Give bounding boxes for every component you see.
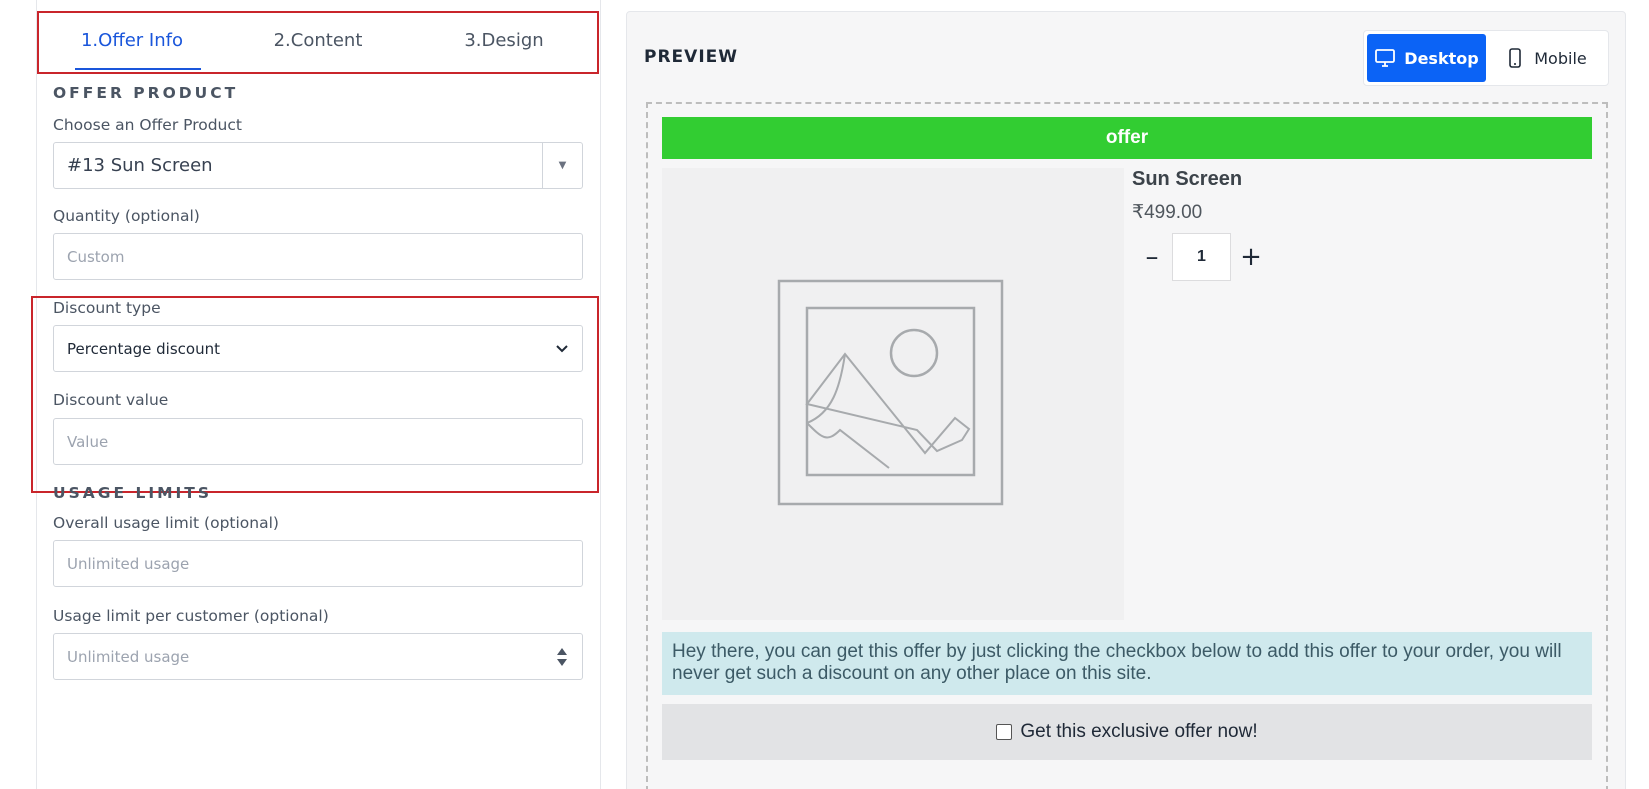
step-tabs: 1.Offer Info 2.Content 3.Design xyxy=(37,11,599,74)
quantity-input[interactable]: Custom xyxy=(53,233,583,280)
product-name: Sun Screen xyxy=(1132,168,1243,190)
discount-type-label: Discount type xyxy=(53,299,161,317)
increase-quantity-button[interactable]: + xyxy=(1231,237,1271,277)
quantity-label: Quantity (optional) xyxy=(53,207,200,225)
tab-content[interactable]: 2.Content xyxy=(225,13,411,72)
offer-product-heading: OFFER PRODUCT xyxy=(53,84,239,102)
tab-design[interactable]: 3.Design xyxy=(411,13,597,72)
product-price: ₹499.00 xyxy=(1132,202,1203,223)
mobile-label: Mobile xyxy=(1534,48,1587,68)
discount-type-value: Percentage discount xyxy=(67,339,220,358)
decrease-quantity-button[interactable]: – xyxy=(1132,237,1172,277)
quantity-placeholder: Custom xyxy=(67,247,125,266)
usage-limits-heading: USAGE LIMITS xyxy=(53,484,213,502)
product-image-placeholder xyxy=(662,168,1124,620)
offer-settings-panel: 1.Offer Info 2.Content 3.Design OFFER PR… xyxy=(31,0,601,789)
quantity-field[interactable]: 1 xyxy=(1172,233,1231,281)
choose-product-label: Choose an Offer Product xyxy=(53,116,242,134)
offer-banner: offer xyxy=(662,117,1592,159)
mobile-button[interactable]: Mobile xyxy=(1486,34,1605,82)
overall-usage-label: Overall usage limit (optional) xyxy=(53,514,279,532)
overall-usage-input[interactable]: Unlimited usage xyxy=(53,540,583,587)
quantity-stepper: – 1 + xyxy=(1132,233,1271,281)
discount-value-input[interactable]: Value xyxy=(53,418,583,465)
offer-product-select[interactable]: #13 Sun Screen ▼ xyxy=(53,142,583,189)
offer-message: Hey there, you can get this offer by jus… xyxy=(662,632,1592,695)
preview-title: PREVIEW xyxy=(644,47,739,67)
accept-offer-checkbox[interactable] xyxy=(996,724,1013,740)
per-customer-input[interactable]: Unlimited usage xyxy=(53,633,583,680)
product-info: Sun Screen ₹499.00 – 1 + xyxy=(1132,168,1271,281)
dropdown-arrow-icon[interactable]: ▼ xyxy=(542,143,582,188)
tab-offer-info[interactable]: 1.Offer Info xyxy=(39,13,225,72)
selected-product-value: #13 Sun Screen xyxy=(67,155,213,176)
desktop-button[interactable]: Desktop xyxy=(1367,34,1486,82)
accept-offer-row[interactable]: Get this exclusive offer now! xyxy=(662,704,1592,760)
preview-panel: PREVIEW Desktop Mobile offer Sun Screen … xyxy=(626,11,1626,789)
per-customer-placeholder: Unlimited usage xyxy=(67,647,190,666)
discount-value-label: Discount value xyxy=(53,391,169,409)
discount-value-placeholder: Value xyxy=(67,432,109,451)
number-stepper-icon[interactable] xyxy=(556,644,568,670)
device-toggle: Desktop Mobile xyxy=(1363,30,1609,86)
accept-offer-label[interactable]: Get this exclusive offer now! xyxy=(1020,721,1257,743)
chevron-down-icon xyxy=(556,345,568,353)
desktop-icon xyxy=(1375,49,1396,67)
per-customer-label: Usage limit per customer (optional) xyxy=(53,607,329,625)
discount-type-select[interactable]: Percentage discount xyxy=(53,325,583,372)
overall-usage-placeholder: Unlimited usage xyxy=(67,554,190,573)
image-placeholder-icon xyxy=(777,279,1004,506)
mobile-icon xyxy=(1509,48,1522,68)
offer-preview-canvas: offer Sun Screen ₹499.00 – 1 + Hey there… xyxy=(646,102,1608,789)
desktop-label: Desktop xyxy=(1404,48,1479,68)
